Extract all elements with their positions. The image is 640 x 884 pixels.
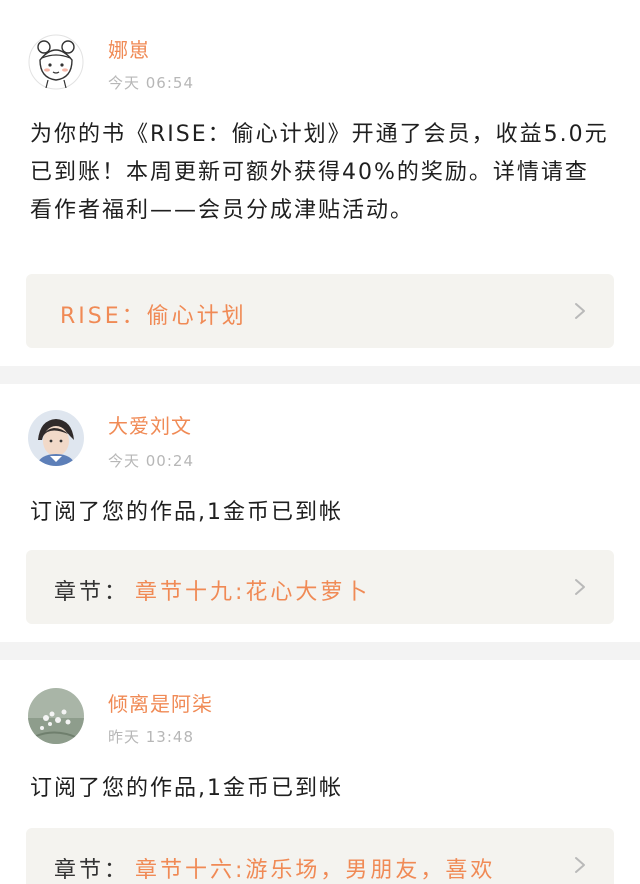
timestamp: 昨天 13:48 bbox=[108, 728, 194, 746]
chapter-title-link: 章节十九:花心大萝卜 bbox=[135, 580, 371, 605]
notification-card: 倾离是阿柒 昨天 13:48 订阅了您的作品,1金币已到帐 章节： 章节十六:游乐… bbox=[0, 660, 640, 884]
book-title-link: RISE：偷心计划 bbox=[60, 304, 247, 329]
sender-name[interactable]: 大爱刘文 bbox=[108, 410, 192, 439]
notification-card: 大爱刘文 今天 00:24 订阅了您的作品,1金币已到帐 章节： 章节十九:花心大… bbox=[0, 384, 640, 642]
chapter-title-link: 章节十六:游乐场，男朋友，喜欢 bbox=[135, 858, 496, 883]
notification-message: 为你的书《RISE：偷心计划》开通了会员，收益5.0元已到账！本周更新可额外获得… bbox=[30, 122, 609, 223]
chevron-right-icon bbox=[575, 303, 585, 319]
chapter-link[interactable]: 章节： 章节十六:游乐场，男朋友，喜欢 bbox=[26, 828, 614, 884]
chevron-right-icon bbox=[575, 857, 585, 873]
notification-message: 订阅了您的作品,1金币已到帐 bbox=[30, 776, 343, 801]
notification-header: 大爱刘文 今天 00:24 bbox=[0, 384, 640, 494]
timestamp: 今天 06:54 bbox=[108, 74, 194, 92]
bear-girl-avatar-icon bbox=[28, 34, 84, 90]
notification-header: 娜崽 今天 06:54 bbox=[0, 0, 640, 110]
photo-avatar-icon bbox=[28, 410, 84, 466]
sender-name[interactable]: 娜崽 bbox=[108, 34, 150, 63]
notification-card: 娜崽 今天 06:54 为你的书《RISE：偷心计划》开通了会员，收益5.0元已… bbox=[0, 0, 640, 366]
avatar[interactable] bbox=[28, 688, 84, 744]
link-prefix: 章节： bbox=[54, 580, 130, 605]
book-link[interactable]: RISE：偷心计划 bbox=[26, 274, 614, 348]
chapter-link[interactable]: 章节： 章节十九:花心大萝卜 bbox=[26, 550, 614, 624]
notification-message: 订阅了您的作品,1金币已到帐 bbox=[30, 500, 343, 525]
avatar[interactable] bbox=[28, 410, 84, 466]
sender-name[interactable]: 倾离是阿柒 bbox=[108, 688, 213, 717]
timestamp: 今天 00:24 bbox=[108, 452, 194, 470]
avatar[interactable] bbox=[28, 34, 84, 90]
notification-header: 倾离是阿柒 昨天 13:48 bbox=[0, 660, 640, 770]
flowers-avatar-icon bbox=[28, 688, 84, 744]
chevron-right-icon bbox=[575, 579, 585, 595]
link-prefix: 章节： bbox=[54, 858, 130, 883]
